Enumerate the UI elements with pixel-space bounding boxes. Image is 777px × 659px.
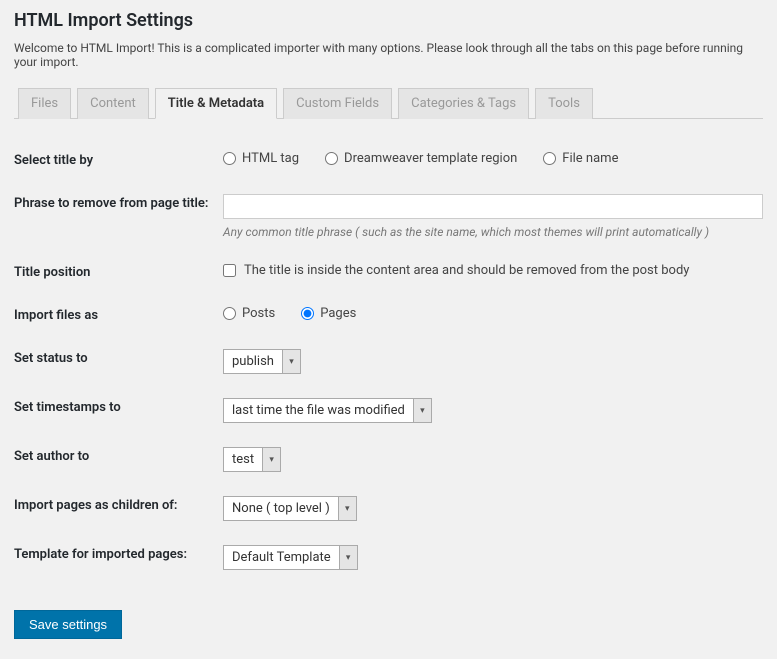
chevron-down-icon: ▾ [413, 399, 431, 422]
radio-dreamweaver-input[interactable] [325, 152, 338, 165]
label-phrase-remove: Phrase to remove from page title: [14, 182, 223, 251]
chevron-down-icon: ▾ [339, 546, 357, 569]
tab-title-metadata[interactable]: Title & Metadata [155, 88, 277, 119]
radio-pages-input[interactable] [301, 307, 314, 320]
chevron-down-icon: ▾ [262, 448, 280, 471]
radio-posts[interactable]: Posts [223, 306, 275, 321]
label-select-title-by: Select title by [14, 139, 223, 182]
title-position-text: The title is inside the content area and… [244, 263, 689, 278]
radio-file-name-input[interactable] [543, 152, 556, 165]
phrase-remove-input[interactable] [223, 194, 763, 219]
radio-posts-label: Posts [242, 306, 275, 321]
label-import-children: Import pages as children of: [14, 484, 223, 533]
status-select[interactable]: publish ▾ [223, 349, 301, 374]
radio-pages[interactable]: Pages [301, 306, 356, 321]
chevron-down-icon: ▾ [282, 350, 300, 373]
tab-tools[interactable]: Tools [535, 88, 593, 119]
timestamps-select[interactable]: last time the file was modified ▾ [223, 398, 432, 423]
chevron-down-icon: ▾ [338, 497, 356, 520]
radio-html-tag-label: HTML tag [242, 151, 299, 166]
template-select[interactable]: Default Template ▾ [223, 545, 358, 570]
status-select-value: publish [224, 350, 282, 373]
radio-html-tag[interactable]: HTML tag [223, 151, 299, 166]
author-select-value: test [224, 448, 262, 471]
children-select[interactable]: None ( top level ) ▾ [223, 496, 357, 521]
intro-text: Welcome to HTML Import! This is a compli… [14, 41, 763, 69]
tab-files[interactable]: Files [18, 88, 71, 119]
tab-content[interactable]: Content [77, 88, 149, 119]
label-template-pages: Template for imported pages: [14, 533, 223, 582]
label-import-files-as: Import files as [14, 294, 223, 337]
children-select-value: None ( top level ) [224, 497, 338, 520]
save-settings-button[interactable]: Save settings [14, 610, 122, 639]
radio-html-tag-input[interactable] [223, 152, 236, 165]
author-select[interactable]: test ▾ [223, 447, 281, 472]
label-title-position: Title position [14, 251, 223, 294]
tabs-nav: Files Content Title & Metadata Custom Fi… [14, 87, 763, 119]
template-select-value: Default Template [224, 546, 339, 569]
phrase-remove-description: Any common title phrase ( such as the si… [223, 225, 763, 239]
tab-categories-tags[interactable]: Categories & Tags [398, 88, 529, 119]
title-position-checkbox[interactable] [223, 264, 236, 277]
timestamps-select-value: last time the file was modified [224, 399, 413, 422]
settings-form: Select title by HTML tag Dreamweaver tem… [14, 139, 763, 582]
label-set-status: Set status to [14, 337, 223, 386]
tab-custom-fields[interactable]: Custom Fields [283, 88, 392, 119]
label-set-author: Set author to [14, 435, 223, 484]
radio-posts-input[interactable] [223, 307, 236, 320]
radio-pages-label: Pages [320, 306, 356, 321]
radio-file-name[interactable]: File name [543, 151, 618, 166]
radio-file-name-label: File name [562, 151, 618, 166]
radio-dreamweaver[interactable]: Dreamweaver template region [325, 151, 517, 166]
radio-dreamweaver-label: Dreamweaver template region [344, 151, 517, 166]
label-set-timestamps: Set timestamps to [14, 386, 223, 435]
page-title: HTML Import Settings [14, 10, 763, 31]
title-position-checkbox-label[interactable]: The title is inside the content area and… [223, 263, 763, 278]
